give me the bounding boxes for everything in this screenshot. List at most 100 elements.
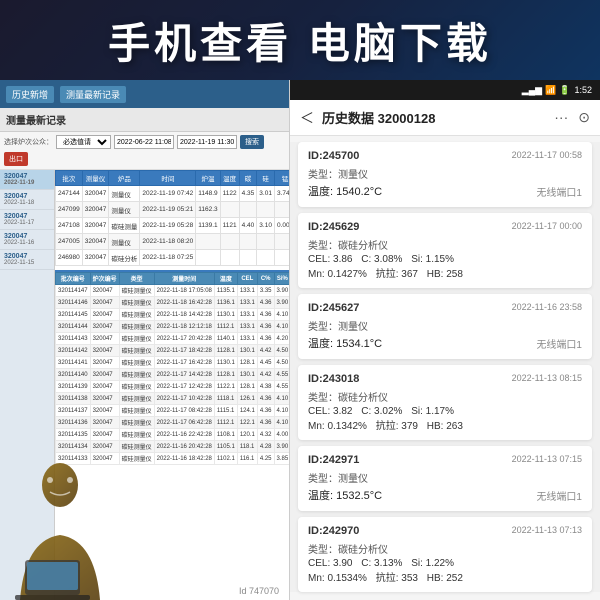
th-mn: 锰 bbox=[274, 171, 289, 186]
th-temp2: 温度 bbox=[220, 171, 239, 186]
card-6-data2: Mn: 0.1534% 抗拉: 353 HB: 252 bbox=[308, 569, 582, 584]
status-icons: ▂▄▆ 📶 🔋 bbox=[522, 85, 571, 96]
mobile-card-1: ID:245700 2022-11-17 00:58 类型：测量仪 温度: 15… bbox=[298, 142, 592, 207]
desktop-topbar: 历史新增 测量最新记录 bbox=[0, 80, 289, 108]
card-2-time: 2022-11-17 00:00 bbox=[512, 221, 582, 231]
menu-button[interactable]: 历史新增 bbox=[6, 86, 54, 103]
card-6-data: CEL: 3.90 C: 3.13% Si: 1.22% bbox=[308, 558, 582, 569]
card-3-type: 类型：测量仪 bbox=[308, 318, 582, 333]
mobile-card-2: ID:245629 2022-11-17 00:00 类型：碳硅分析仪 CEL:… bbox=[298, 213, 592, 288]
card-3-header: ID:245627 2022-11-16 23:58 bbox=[308, 302, 582, 314]
table-row: 320114145320047碳硅测量仪2022-11-18 14:42:281… bbox=[56, 309, 290, 321]
table-row: 320114142320047碳硅测量仪2022-11-17 18:42:281… bbox=[56, 345, 290, 357]
id-footer: Id 747070 bbox=[239, 586, 279, 596]
table-row: 247099 320047 测量仪 2022-11-19 05:21 1162.… bbox=[56, 202, 290, 218]
card-1-type: 类型：测量仪 bbox=[308, 166, 582, 181]
filter-date-end[interactable] bbox=[177, 135, 237, 149]
mobile-navbar: ＜ 历史数据 32000128 ··· ⊙ bbox=[290, 100, 600, 136]
card-1-header: ID:245700 2022-11-17 00:58 bbox=[308, 150, 582, 162]
search-button[interactable]: 搜索 bbox=[240, 135, 264, 149]
table-row: 247144 320047 测量仪 2022-11-19 07:42 1148.… bbox=[56, 186, 290, 202]
signal-icon: ▂▄▆ bbox=[522, 85, 542, 96]
mobile-records-list: ID:245700 2022-11-17 00:58 类型：测量仪 温度: 15… bbox=[290, 142, 600, 592]
mobile-card-3: ID:245627 2022-11-16 23:58 类型：测量仪 温度: 15… bbox=[298, 294, 592, 359]
main-area: 历史新增 测量最新记录 测量最新记录 选择炉次公众： 必选值请 搜索 出口 bbox=[0, 80, 600, 600]
table-row: 320114137320047碳硅测量仪2022-11-17 08:42:281… bbox=[56, 405, 290, 417]
table-row: 320114138320047碳硅测量仪2022-11-17 10:42:281… bbox=[56, 393, 290, 405]
settings-icon[interactable]: ⊙ bbox=[578, 109, 590, 126]
card-5-type: 类型：测量仪 bbox=[308, 470, 582, 485]
card-6-header: ID:242970 2022-11-13 07:13 bbox=[308, 525, 582, 537]
card-6-id: ID:242970 bbox=[308, 525, 359, 537]
table-row: 320114134320047碳硅测量仪2022-11-16 20:42:281… bbox=[56, 441, 290, 453]
card-4-time: 2022-11-13 08:15 bbox=[512, 373, 582, 383]
bottom-table-section: 批次编号 炉次编号 类型 测量时间 温度 CEL C% Si% Mn% S% bbox=[55, 270, 289, 465]
sidebar-item-1[interactable]: 320047 2022-11-19 bbox=[0, 170, 54, 190]
mobile-card-4: ID:243018 2022-11-13 08:15 类型：碳硅分析仪 CEL:… bbox=[298, 365, 592, 440]
table-row: 320114135320047碳硅测量仪2022-11-16 22:42:281… bbox=[56, 429, 290, 441]
card-3-port: 无线端口1 bbox=[536, 336, 582, 351]
desktop-section-title: 测量最新记录 bbox=[0, 108, 289, 132]
card-2-data2: Mn: 0.1427% 抗拉: 367 HB: 258 bbox=[308, 265, 582, 280]
card-1-id: ID:245700 bbox=[308, 150, 359, 162]
card-5-temp: 温度: 1532.5°C bbox=[308, 487, 382, 503]
mobile-card-6: ID:242970 2022-11-13 07:13 类型：碳硅分析仪 CEL:… bbox=[298, 517, 592, 592]
list-button[interactable]: 测量最新记录 bbox=[60, 86, 126, 103]
card-4-id: ID:243018 bbox=[308, 373, 359, 385]
sidebar-item-5[interactable]: 320047 2022-11-15 bbox=[0, 250, 54, 270]
card-5-time: 2022-11-13 07:15 bbox=[512, 454, 582, 464]
mobile-nav-icons: ··· ⊙ bbox=[554, 109, 590, 126]
table-row: 320114146320047碳硅测量仪2022-11-18 16:42:281… bbox=[56, 297, 290, 309]
mobile-card-5: ID:242971 2022-11-13 07:15 类型：测量仪 温度: 15… bbox=[298, 446, 592, 511]
person-image bbox=[0, 460, 120, 600]
card-1-time: 2022-11-17 00:58 bbox=[512, 150, 582, 160]
th-time: 时间 bbox=[140, 171, 196, 186]
filter-label1: 选择炉次公众： bbox=[4, 137, 53, 147]
sidebar-item-2[interactable]: 320047 2022-11-18 bbox=[0, 190, 54, 210]
card-4-header: ID:243018 2022-11-13 08:15 bbox=[308, 373, 582, 385]
mobile-statusbar: ▂▄▆ 📶 🔋 1:52 bbox=[290, 80, 600, 100]
mobile-panel: ▂▄▆ 📶 🔋 1:52 ＜ 历史数据 32000128 ··· ⊙ ID:24… bbox=[290, 80, 600, 600]
card-2-type: 类型：碳硅分析仪 bbox=[308, 237, 582, 252]
export-button[interactable]: 出口 bbox=[4, 152, 28, 166]
filter-date-start[interactable] bbox=[114, 135, 174, 149]
card-4-data: CEL: 3.82 C: 3.02% Si: 1.17% bbox=[308, 406, 582, 417]
sidebar-item-4[interactable]: 320047 2022-11-16 bbox=[0, 230, 54, 250]
card-3-temp: 温度: 1534.1°C bbox=[308, 335, 382, 351]
th-type: 炉品 bbox=[109, 171, 140, 186]
back-button[interactable]: ＜ bbox=[300, 108, 314, 128]
card-5-port: 无线端口1 bbox=[536, 488, 582, 503]
table-row: 247108 320047 碳硅测量 2022-11-19 05:28 1139… bbox=[56, 218, 290, 234]
card-2-id: ID:245629 bbox=[308, 221, 359, 233]
table-row: 246980 320047 碳硅分析 2022-11-18 07:25 bbox=[56, 250, 290, 266]
table-row: 320114147320047碳硅测量仪2022-11-18 17:05:081… bbox=[56, 285, 290, 297]
mobile-page-title: 历史数据 32000128 bbox=[322, 108, 546, 127]
card-1-port: 无线端口1 bbox=[536, 184, 582, 199]
table-row: 320114144320047碳硅测量仪2022-11-18 12:12:181… bbox=[56, 321, 290, 333]
card-4-type: 类型：碳硅分析仪 bbox=[308, 389, 582, 404]
card-5-header: ID:242971 2022-11-13 07:15 bbox=[308, 454, 582, 466]
bottom-data-table: 批次编号 炉次编号 类型 测量时间 温度 CEL C% Si% Mn% S% bbox=[55, 272, 289, 465]
table-row: 247005 320047 测量仪 2022-11-18 08:20 bbox=[56, 234, 290, 250]
card-2-header: ID:245629 2022-11-17 00:00 bbox=[308, 221, 582, 233]
card-5-id: ID:242971 bbox=[308, 454, 359, 466]
card-6-time: 2022-11-13 07:13 bbox=[512, 525, 582, 535]
card-2-data: CEL: 3.86 C: 3.08% Si: 1.15% bbox=[308, 254, 582, 265]
sidebar-item-3[interactable]: 320047 2022-11-17 bbox=[0, 210, 54, 230]
desktop-filters: 选择炉次公众： 必选值请 搜索 出口 bbox=[0, 132, 289, 170]
table-row: 320114136320047碳硅测量仪2022-11-17 06:42:281… bbox=[56, 417, 290, 429]
card-3-time: 2022-11-16 23:58 bbox=[512, 302, 582, 312]
th-device: 测量仪 bbox=[82, 171, 109, 186]
table-row: 320114141320047碳硅测量仪2022-11-17 16:42:281… bbox=[56, 357, 290, 369]
card-6-type: 类型：碳硅分析仪 bbox=[308, 541, 582, 556]
filter-select1[interactable]: 必选值请 bbox=[56, 135, 111, 149]
th-si: 硅 bbox=[257, 171, 275, 186]
main-data-table: 批次 测量仪 炉品 时间 炉温 温度 碳 硅 锰 磷 抗拉 bbox=[55, 170, 289, 266]
card-1-temp: 温度: 1540.2°C bbox=[308, 183, 382, 199]
th-batch: 批次 bbox=[56, 171, 83, 186]
more-icon[interactable]: ··· bbox=[554, 109, 568, 126]
battery-icon: 🔋 bbox=[559, 85, 570, 96]
table-row: 320114143320047碳硅测量仪2022-11-17 20:42:281… bbox=[56, 333, 290, 345]
top-banner: 手机查看 电脑下载 bbox=[0, 0, 600, 80]
desktop-panel: 历史新增 测量最新记录 测量最新记录 选择炉次公众： 必选值请 搜索 出口 bbox=[0, 80, 290, 600]
